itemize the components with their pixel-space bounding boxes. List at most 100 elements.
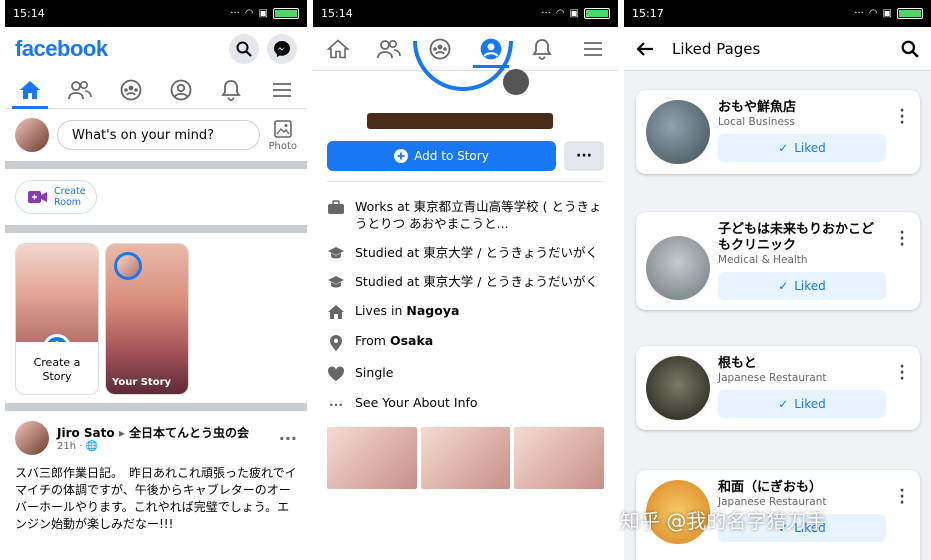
liked-button[interactable]: ✓ Liked: [718, 134, 886, 162]
create-room-line1: Create: [54, 186, 86, 197]
tab-home[interactable]: [318, 31, 358, 67]
liked-page-card[interactable]: 子どもは未来もりおかこどもクリニック Medical & Health ✓ Lik…: [636, 212, 920, 310]
about-lives-in[interactable]: Lives in Nagoya: [313, 296, 618, 326]
tab-notifications[interactable]: [522, 31, 562, 67]
page-avatar[interactable]: [646, 100, 710, 164]
page-avatar[interactable]: [646, 236, 710, 300]
tab-friends[interactable]: [369, 31, 409, 67]
checkmark-icon: ✓: [778, 397, 789, 411]
liked-label: Liked: [794, 397, 826, 411]
profile-picture[interactable]: [413, 41, 513, 91]
watermark: 知乎 @我的名字猎刀手: [620, 509, 827, 533]
page-avatar[interactable]: [646, 356, 710, 420]
search-icon[interactable]: [901, 40, 919, 58]
page-name[interactable]: 根もと: [718, 356, 886, 372]
briefcase-icon: [328, 200, 344, 214]
profile-icon: [170, 79, 192, 100]
your-story-label: Your Story: [112, 377, 172, 388]
status-time: 15:14: [13, 7, 45, 20]
about-list: Works at 東京都立青山高等学校 ( とうきょうとりつ あおやまこうと..…: [313, 182, 618, 419]
post-options-icon[interactable]: ···: [279, 429, 297, 448]
page-category: Medical & Health: [718, 254, 808, 266]
post-group[interactable]: 全日本てんとう虫の会: [129, 426, 249, 440]
liked-pages-header: Liked Pages: [624, 27, 931, 71]
page-category: Japanese Restaurant: [718, 372, 827, 384]
home-icon: [20, 80, 41, 99]
page-name[interactable]: おもや鮮魚店: [718, 100, 886, 116]
status-icons: ··· ◠ ▣: [541, 8, 610, 19]
photo-icon: [273, 119, 292, 138]
post-author[interactable]: Jiro Sato: [57, 426, 115, 440]
tab-groups[interactable]: [111, 72, 151, 108]
create-room-button[interactable]: Create Room: [15, 180, 97, 214]
status-bar: 15:17 ··· ◠ ▣: [624, 0, 931, 27]
about-relationship[interactable]: Single: [313, 358, 618, 388]
post-composer: What's on your mind? Photo: [5, 109, 307, 161]
bell-icon: [221, 79, 242, 101]
post-time: 21h ·: [57, 441, 86, 452]
sim-icon: ▣: [882, 8, 892, 19]
tab-friends[interactable]: [60, 72, 100, 108]
wifi-icon: ◠: [244, 8, 254, 19]
add-to-story-label: Add to Story: [414, 149, 489, 163]
your-story-card[interactable]: Your Story: [105, 243, 189, 395]
whats-on-your-mind-input[interactable]: What's on your mind?: [57, 120, 261, 150]
heart-icon: [327, 366, 345, 381]
section-divider: [5, 161, 307, 169]
post-text: スバ三郎作業日記。 昨日あれこれ頑張った疲れでイマイチの体調ですが、午後からキャ…: [15, 466, 297, 531]
battery-icon: [273, 8, 299, 19]
liked-page-card[interactable]: 根もと Japanese Restaurant ✓ Liked · · ·: [636, 346, 920, 430]
messenger-icon: [274, 41, 290, 57]
create-room-line2: Room: [54, 197, 82, 208]
page-options-icon[interactable]: · · ·: [894, 100, 910, 164]
page-options-icon[interactable]: · · ·: [894, 222, 910, 300]
liked-button[interactable]: ✓ Liked: [718, 390, 886, 418]
liked-label: Liked: [794, 141, 826, 155]
photo-thumbnail[interactable]: [420, 427, 511, 489]
create-story-line1: Create a: [33, 356, 81, 369]
battery-icon: [584, 8, 610, 19]
back-arrow-icon[interactable]: [636, 41, 654, 57]
sim-icon: ▣: [569, 8, 579, 19]
page-options-icon[interactable]: · · ·: [894, 356, 910, 420]
see-about-info-link[interactable]: ··· See Your About Info: [313, 388, 618, 419]
author-avatar[interactable]: [15, 421, 49, 455]
section-divider: [5, 403, 307, 411]
page-name[interactable]: 子どもは未来もりおかこどもクリニック: [718, 222, 886, 254]
page-title: Liked Pages: [672, 39, 761, 58]
page-name[interactable]: 和面（にぎおも）: [718, 480, 886, 496]
search-button[interactable]: [229, 34, 259, 64]
camera-icon[interactable]: [503, 69, 529, 95]
liked-page-card[interactable]: おもや鮮魚店 Local Business ✓ Liked · · ·: [636, 90, 920, 174]
tab-home[interactable]: [10, 72, 50, 109]
about-education[interactable]: Studied at 東京大学 / とうきょうだいがく: [313, 267, 618, 296]
user-avatar[interactable]: [15, 118, 49, 152]
profile-header: [313, 41, 618, 141]
about-from[interactable]: From Osaka: [313, 326, 618, 358]
page-options-icon[interactable]: · · ·: [894, 480, 910, 544]
messenger-button[interactable]: [267, 34, 297, 64]
add-to-story-button[interactable]: Add to Story: [327, 141, 556, 171]
photo-thumbnail[interactable]: [514, 427, 605, 489]
post-header: Jiro Sato ▸ 全日本てんとう虫の会 21h · 🌐 ···: [5, 411, 307, 465]
tab-notifications[interactable]: [211, 72, 251, 108]
tab-profile[interactable]: [161, 72, 201, 108]
profile-screen: 15:14 ··· ◠ ▣ Add to Story ··· Works at …: [313, 0, 618, 560]
photo-thumbnail[interactable]: [327, 427, 417, 489]
about-from-city: Osaka: [389, 333, 434, 348]
about-work[interactable]: Works at 東京都立青山高等学校 ( とうきょうとりつ あおやまこうと..…: [313, 192, 618, 238]
more-dots-icon: ···: [328, 397, 344, 412]
tab-menu[interactable]: [262, 72, 302, 108]
liked-button[interactable]: ✓ Liked: [718, 272, 886, 300]
page-category: Local Business: [718, 116, 795, 128]
about-education[interactable]: Studied at 東京大学 / とうきょうだいがく: [313, 238, 618, 267]
photo-button[interactable]: Photo: [268, 119, 297, 152]
photo-label: Photo: [268, 140, 297, 152]
video-camera-icon: [28, 191, 47, 203]
profile-name-redacted: [367, 113, 553, 129]
profile-more-button[interactable]: ···: [564, 141, 604, 171]
tab-menu[interactable]: [573, 31, 613, 67]
about-lives-prefix: Lives in: [355, 303, 407, 318]
search-icon: [236, 41, 252, 57]
create-story-card[interactable]: + Create aStory: [15, 243, 99, 395]
